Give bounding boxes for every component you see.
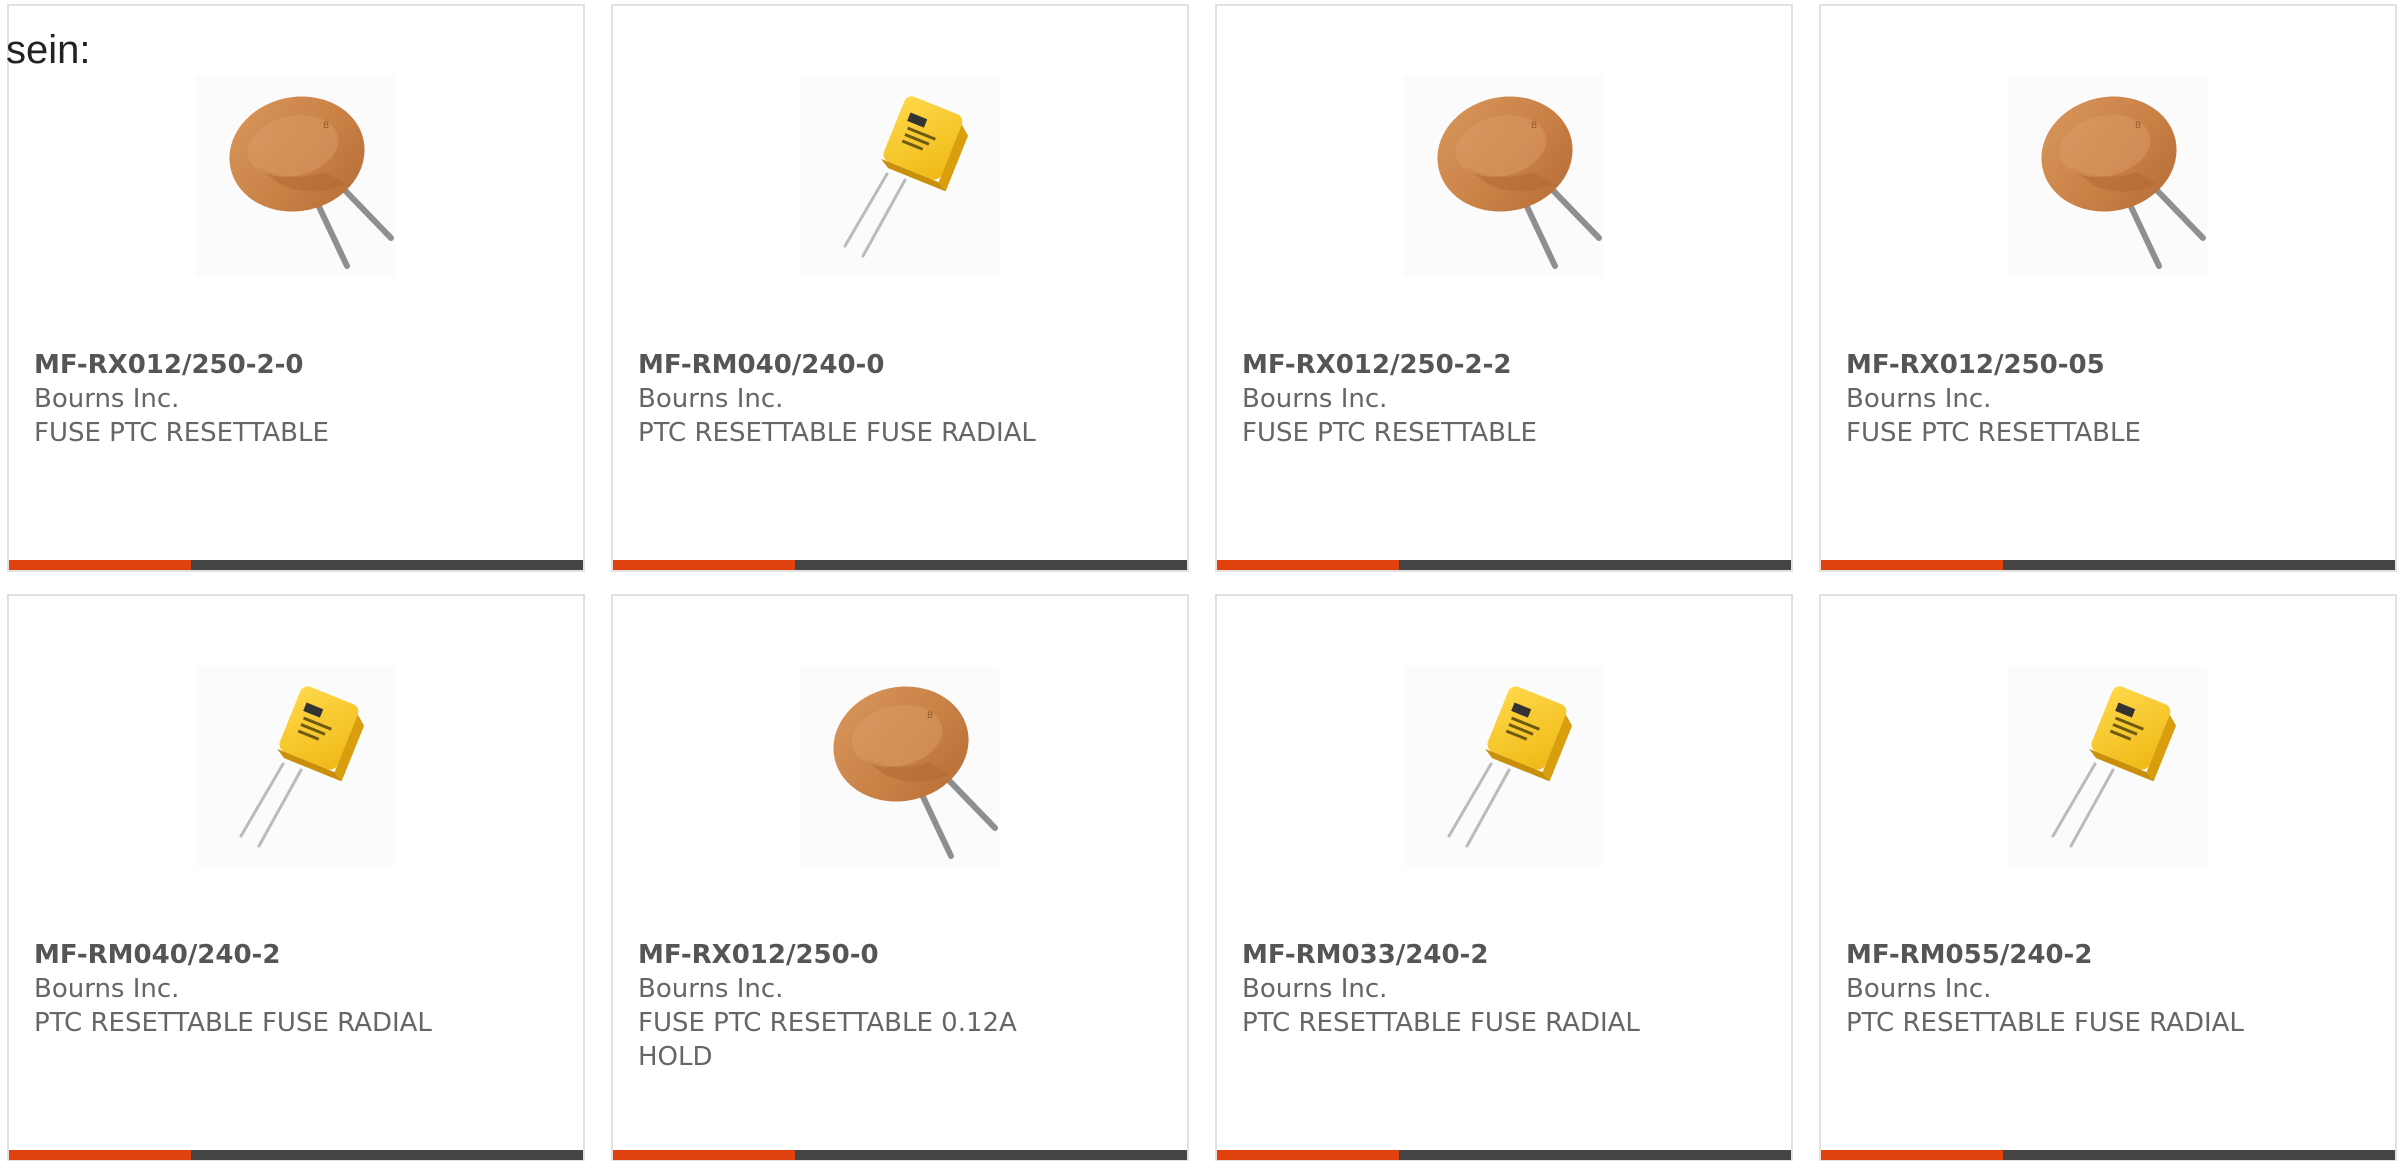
product-grid: MF-RX012/250-2-0 Bourns Inc. FUSE PTC RE…: [7, 4, 2400, 1161]
product-card[interactable]: MF-RM040/240-2 Bourns Inc. PTC RESETTABL…: [7, 594, 585, 1161]
part-number-link[interactable]: MF-RM040/240-0: [638, 348, 1078, 382]
part-number-link[interactable]: MF-RM040/240-2: [34, 938, 474, 972]
radial-fuse-icon[interactable]: [195, 666, 395, 866]
description-label: FUSE PTC RESETTABLE: [34, 418, 329, 448]
part-number-link[interactable]: MF-RX012/250-2-0: [34, 348, 474, 382]
description-label: PTC RESETTABLE FUSE RADIAL: [1242, 1008, 1640, 1038]
manufacturer-label: Bourns Inc.: [638, 384, 784, 414]
part-number-link[interactable]: MF-RX012/250-05: [1846, 348, 2286, 382]
product-card[interactable]: MF-RX012/250-2-2 Bourns Inc. FUSE PTC RE…: [1215, 4, 1793, 572]
description-label: FUSE PTC RESETTABLE 0.12A HOLD: [638, 1008, 1017, 1072]
description-label: FUSE PTC RESETTABLE: [1242, 418, 1537, 448]
part-number-link[interactable]: MF-RX012/250-0: [638, 938, 1048, 972]
manufacturer-label: Bourns Inc.: [638, 974, 784, 1004]
card-footer-bar: [9, 1150, 583, 1160]
radial-fuse-icon[interactable]: [799, 76, 999, 276]
card-footer-bar: [9, 560, 583, 570]
part-number-link[interactable]: MF-RX012/250-2-2: [1242, 348, 1682, 382]
card-footer-bar: [1821, 1150, 2395, 1160]
card-footer-bar: [613, 1150, 1187, 1160]
manufacturer-label: Bourns Inc.: [34, 974, 180, 1004]
disc-fuse-icon[interactable]: [2007, 76, 2207, 276]
product-card[interactable]: MF-RX012/250-05 Bourns Inc. FUSE PTC RES…: [1819, 4, 2397, 572]
intro-text: sein:: [6, 28, 91, 72]
description-label: FUSE PTC RESETTABLE: [1846, 418, 2141, 448]
radial-fuse-icon[interactable]: [1403, 666, 1603, 866]
product-card[interactable]: MF-RM055/240-2 Bourns Inc. PTC RESETTABL…: [1819, 594, 2397, 1161]
product-card[interactable]: MF-RX012/250-0 Bourns Inc. FUSE PTC RESE…: [611, 594, 1189, 1161]
card-footer-bar: [1821, 560, 2395, 570]
description-label: PTC RESETTABLE FUSE RADIAL: [1846, 1008, 2244, 1038]
disc-fuse-icon[interactable]: [195, 76, 395, 276]
manufacturer-label: Bourns Inc.: [1242, 974, 1388, 1004]
disc-fuse-icon[interactable]: [799, 666, 999, 866]
product-card[interactable]: MF-RM040/240-0 Bourns Inc. PTC RESETTABL…: [611, 4, 1189, 572]
product-card[interactable]: MF-RX012/250-2-0 Bourns Inc. FUSE PTC RE…: [7, 4, 585, 572]
manufacturer-label: Bourns Inc.: [1846, 384, 1992, 414]
manufacturer-label: Bourns Inc.: [1846, 974, 1992, 1004]
part-number-link[interactable]: MF-RM055/240-2: [1846, 938, 2286, 972]
description-label: PTC RESETTABLE FUSE RADIAL: [34, 1008, 432, 1038]
part-number-link[interactable]: MF-RM033/240-2: [1242, 938, 1682, 972]
disc-fuse-icon[interactable]: [1403, 76, 1603, 276]
manufacturer-label: Bourns Inc.: [1242, 384, 1388, 414]
card-footer-bar: [613, 560, 1187, 570]
radial-fuse-icon[interactable]: [2007, 666, 2207, 866]
manufacturer-label: Bourns Inc.: [34, 384, 180, 414]
card-footer-bar: [1217, 1150, 1791, 1160]
product-card[interactable]: MF-RM033/240-2 Bourns Inc. PTC RESETTABL…: [1215, 594, 1793, 1161]
card-footer-bar: [1217, 560, 1791, 570]
description-label: PTC RESETTABLE FUSE RADIAL: [638, 418, 1036, 448]
